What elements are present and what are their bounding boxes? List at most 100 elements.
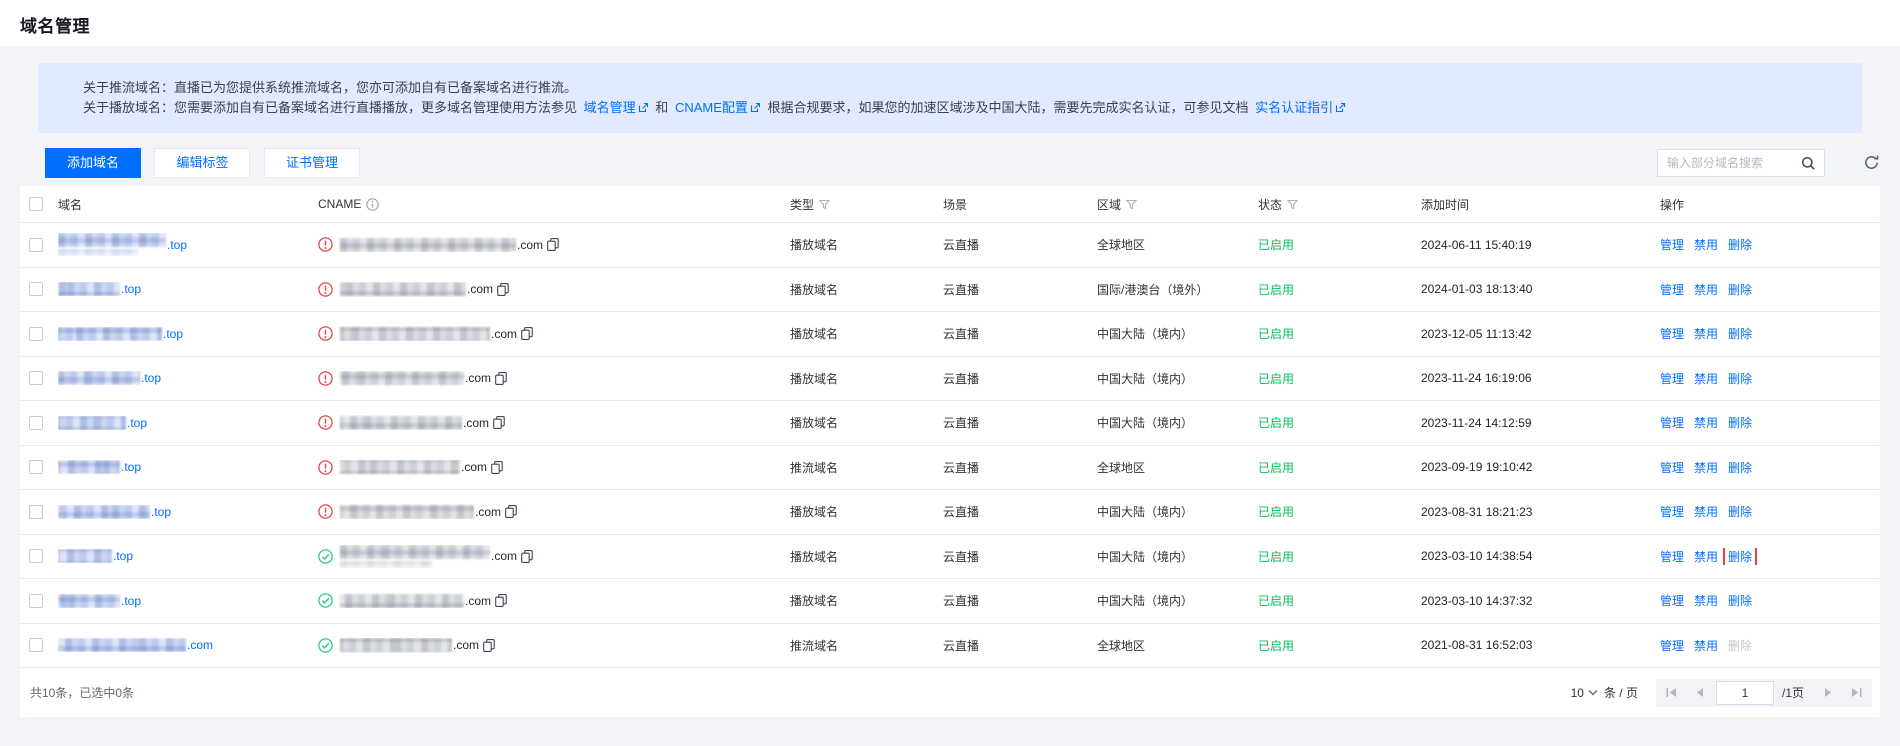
copy-icon[interactable]	[491, 460, 503, 474]
disable-link[interactable]: 禁用	[1694, 236, 1718, 253]
disable-link[interactable]: 禁用	[1694, 548, 1718, 565]
copy-icon[interactable]	[495, 594, 507, 608]
domain-link[interactable]: .top	[58, 371, 161, 386]
delete-link[interactable]: 删除	[1728, 550, 1752, 564]
copy-icon[interactable]	[505, 505, 517, 519]
row-checkbox[interactable]	[29, 371, 43, 386]
domain-link[interactable]: .top	[58, 504, 171, 519]
added-time: 2023-11-24 16:19:06	[1421, 371, 1532, 386]
real-name-guide-link[interactable]: 实名认证指引	[1255, 100, 1346, 115]
manage-link[interactable]: 管理	[1660, 370, 1684, 387]
prev-page-button[interactable]	[1686, 679, 1714, 707]
row-checkbox[interactable]	[29, 504, 43, 519]
cname-mosaic	[340, 237, 516, 252]
first-page-button[interactable]	[1658, 679, 1686, 707]
row-checkbox[interactable]	[29, 415, 43, 430]
domain-redacted	[58, 593, 120, 608]
manage-link[interactable]: 管理	[1660, 503, 1684, 520]
refresh-icon[interactable]	[1863, 154, 1880, 176]
added-time-cell: 2023-09-19 19:10:42	[1421, 460, 1660, 474]
delete-link[interactable]: 删除	[1728, 503, 1752, 520]
disable-link[interactable]: 禁用	[1694, 281, 1718, 298]
checkbox-cell	[20, 237, 58, 252]
manage-link[interactable]: 管理	[1660, 281, 1684, 298]
manage-link[interactable]: 管理	[1660, 236, 1684, 253]
disable-link[interactable]: 禁用	[1694, 370, 1718, 387]
filter-icon-region[interactable]	[1126, 199, 1138, 210]
domain-link[interactable]: .com	[58, 638, 213, 653]
manage-link[interactable]: 管理	[1660, 414, 1684, 431]
domain-management-link[interactable]: 域名管理	[584, 100, 649, 115]
add-domain-button[interactable]: 添加域名	[45, 148, 142, 178]
row-checkbox[interactable]	[29, 237, 43, 252]
delete-link[interactable]: 删除	[1728, 414, 1752, 431]
row-checkbox[interactable]	[29, 638, 43, 653]
copy-icon[interactable]	[483, 638, 495, 652]
delete-link[interactable]: 删除	[1728, 325, 1752, 342]
row-checkbox[interactable]	[29, 549, 43, 564]
cname-config-link[interactable]: CNAME配置	[675, 100, 761, 115]
info-icon[interactable]	[366, 197, 380, 211]
scene-cell: 云直播	[943, 548, 1097, 565]
added-time: 2023-03-10 14:38:54	[1421, 549, 1533, 564]
delete-link[interactable]: 删除	[1728, 370, 1752, 387]
domain-link[interactable]: .top	[58, 415, 147, 430]
row-checkbox[interactable]	[29, 282, 43, 297]
per-page-label: 条 / 页	[1603, 686, 1638, 700]
disable-link[interactable]: 禁用	[1694, 592, 1718, 609]
region: 中国大陆（境内）	[1097, 594, 1194, 609]
table-row: .top .com 播放域名 云直播 国际/港澳台（境外） 已启用 2024-01-03 1…	[20, 266, 1880, 312]
copy-icon[interactable]	[521, 549, 533, 563]
cname-cell: .com	[318, 638, 790, 653]
delete-link[interactable]: 删除	[1728, 236, 1752, 253]
cname-warning-icon	[318, 326, 333, 341]
cert-management-button[interactable]: 证书管理	[263, 148, 360, 178]
cname-suffix: .com	[517, 237, 544, 252]
delete-link[interactable]: 删除	[1728, 281, 1752, 298]
domain-link[interactable]: .top	[58, 326, 183, 341]
region-cell: 全球地区	[1097, 637, 1258, 654]
manage-link[interactable]: 管理	[1660, 548, 1684, 565]
manage-link[interactable]: 管理	[1660, 325, 1684, 342]
domain-link[interactable]: .top	[58, 549, 133, 564]
delete-link[interactable]: 删除	[1728, 592, 1752, 609]
copy-icon[interactable]	[547, 238, 559, 252]
copy-icon[interactable]	[493, 416, 505, 430]
ops-cell: 管理 禁用 删除	[1660, 592, 1880, 609]
copy-icon[interactable]	[521, 327, 533, 341]
row-checkbox[interactable]	[29, 593, 43, 608]
domain-mosaic	[58, 504, 150, 519]
domain-link[interactable]: .top	[58, 282, 141, 297]
next-page-button[interactable]	[1814, 679, 1842, 707]
row-checkbox[interactable]	[29, 326, 43, 341]
last-page-button[interactable]	[1842, 679, 1870, 707]
region-cell: 中国大陆（境内）	[1097, 503, 1258, 520]
region-cell: 中国大陆（境内）	[1097, 325, 1258, 342]
manage-link[interactable]: 管理	[1660, 459, 1684, 476]
domain-redacted	[58, 415, 126, 430]
domain-link[interactable]: .top	[58, 593, 141, 608]
row-checkbox[interactable]	[29, 460, 43, 475]
copy-icon[interactable]	[495, 371, 507, 385]
filter-icon-type[interactable]	[819, 199, 831, 210]
search-input[interactable]	[1658, 150, 1786, 176]
disable-link[interactable]: 禁用	[1694, 414, 1718, 431]
select-all-checkbox[interactable]	[29, 197, 43, 211]
disable-link[interactable]: 禁用	[1694, 325, 1718, 342]
delete-link[interactable]: 删除	[1728, 459, 1752, 476]
domain-link[interactable]: .top	[58, 460, 141, 475]
page-input[interactable]	[1715, 680, 1774, 705]
search-icon[interactable]	[1801, 156, 1816, 171]
region-cell: 全球地区	[1097, 236, 1258, 253]
disable-link[interactable]: 禁用	[1694, 503, 1718, 520]
copy-icon[interactable]	[497, 282, 509, 296]
status-badge-cell: 已启用	[1258, 548, 1421, 565]
manage-link[interactable]: 管理	[1660, 637, 1684, 654]
manage-link[interactable]: 管理	[1660, 592, 1684, 609]
page-size-select[interactable]: 10	[1571, 686, 1598, 700]
domain-link[interactable]: .top	[58, 233, 187, 257]
disable-link[interactable]: 禁用	[1694, 637, 1718, 654]
disable-link[interactable]: 禁用	[1694, 459, 1718, 476]
filter-icon-status[interactable]	[1287, 199, 1299, 210]
edit-tags-button[interactable]: 编辑标签	[154, 148, 251, 178]
